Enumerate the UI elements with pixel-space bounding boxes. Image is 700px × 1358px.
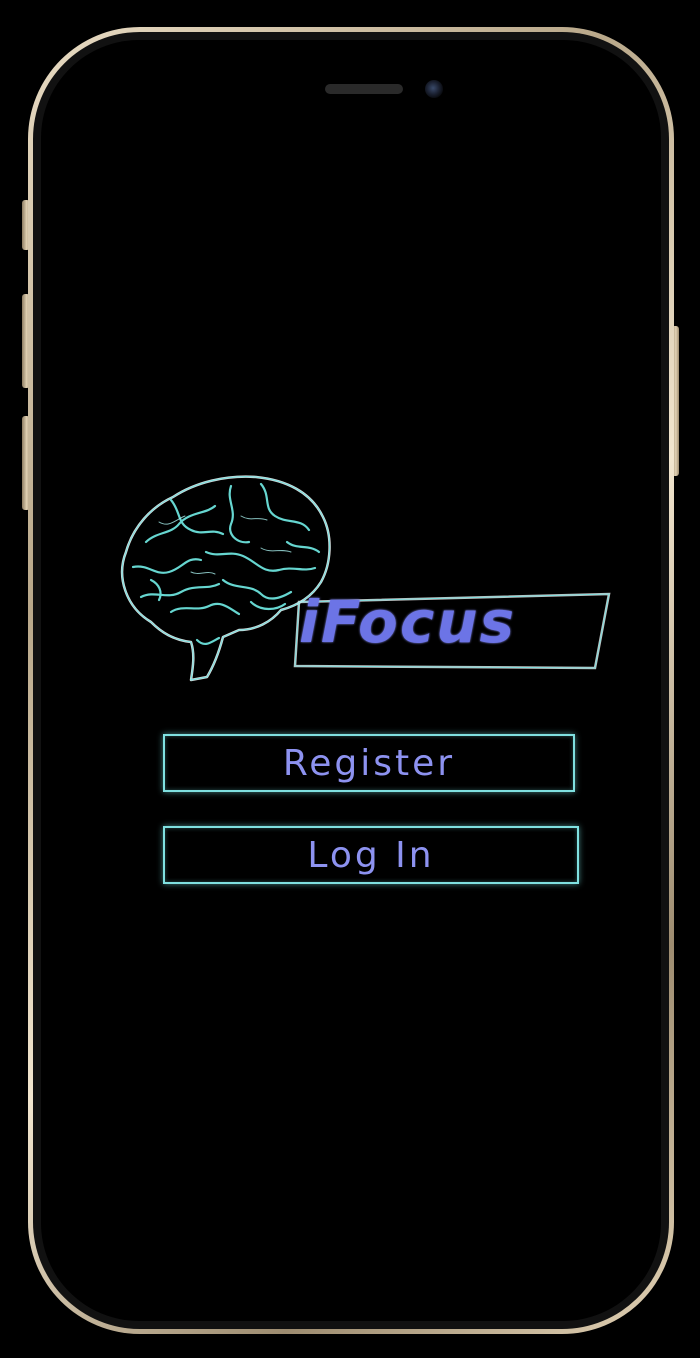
app-logo-text: iFocus: [299, 588, 517, 656]
register-button[interactable]: Register: [163, 734, 575, 792]
earpiece-speaker: [325, 84, 403, 94]
front-camera: [425, 80, 443, 98]
device-stage: iFocus Register Log In: [0, 0, 700, 1358]
phone-frame: iFocus Register Log In: [28, 27, 674, 1334]
app-screen: iFocus Register Log In: [41, 40, 661, 1321]
login-button[interactable]: Log In: [163, 826, 579, 884]
